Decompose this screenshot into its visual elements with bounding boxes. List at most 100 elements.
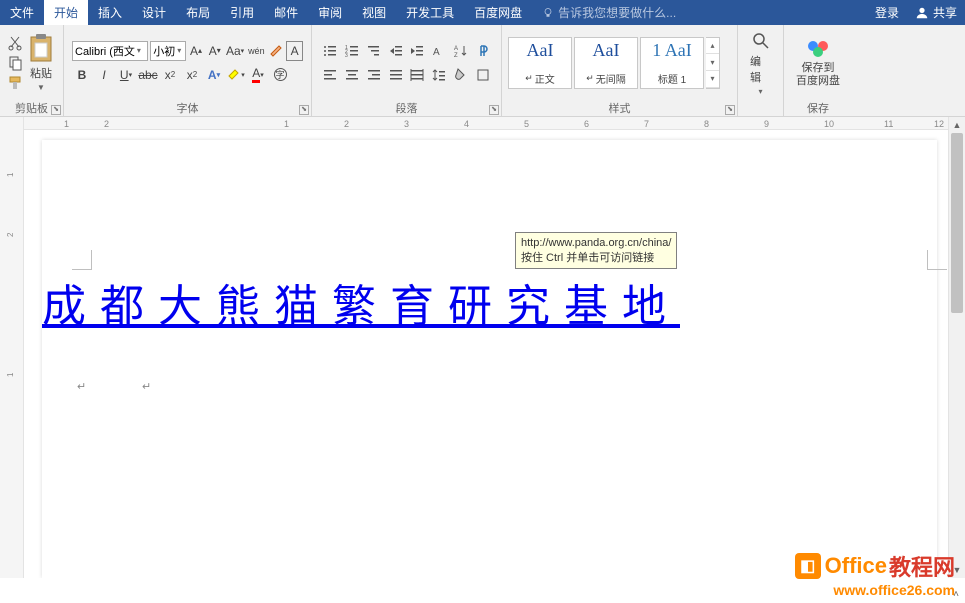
group-baidu: 保存到 百度网盘 保存 bbox=[784, 25, 852, 116]
clipboard-label: 剪贴板 bbox=[15, 103, 48, 115]
multilevel-icon[interactable] bbox=[364, 41, 384, 61]
tab-home[interactable]: 开始 bbox=[44, 0, 88, 25]
style-preview: AaI bbox=[593, 40, 620, 61]
borders-icon[interactable] bbox=[473, 65, 493, 85]
copy-icon[interactable] bbox=[6, 54, 24, 72]
font-size-combo[interactable]: 小初▾ bbox=[150, 41, 185, 61]
enclosed-char-button[interactable]: 字 bbox=[270, 65, 290, 85]
paragraph-label: 段落 bbox=[396, 103, 418, 115]
distributed-icon[interactable] bbox=[408, 65, 428, 85]
style-normal[interactable]: AaI ↵正文 bbox=[508, 37, 572, 89]
bold-button[interactable]: B bbox=[72, 65, 92, 85]
font-color-button[interactable]: A▾ bbox=[248, 65, 268, 85]
clear-format-icon[interactable] bbox=[268, 41, 285, 61]
share-icon bbox=[915, 6, 929, 20]
style-preview: AaI bbox=[527, 40, 554, 61]
paste-button[interactable]: 粘贴 ▼ bbox=[26, 29, 56, 96]
ruler-mark: 2 bbox=[6, 233, 15, 237]
paragraph-launcher[interactable]: ⬊ bbox=[489, 105, 499, 115]
watermark-icon: ◧ bbox=[795, 553, 821, 579]
phonetic-guide-icon[interactable]: wén bbox=[247, 41, 266, 61]
editing-label: 编辑 bbox=[750, 53, 771, 85]
tab-baidu[interactable]: 百度网盘 bbox=[464, 0, 532, 25]
baidu-group-label: 保存 bbox=[807, 103, 829, 115]
cut-icon[interactable] bbox=[6, 34, 24, 52]
styles-more[interactable]: ▴▾▾ bbox=[706, 37, 720, 89]
strike-button[interactable]: abc bbox=[138, 65, 158, 85]
login-button[interactable]: 登录 bbox=[867, 4, 907, 21]
tab-developer[interactable]: 开发工具 bbox=[396, 0, 464, 25]
scroll-up-icon[interactable]: ▲ bbox=[949, 117, 965, 133]
numbering-icon[interactable]: 123 bbox=[342, 41, 362, 61]
bullets-icon[interactable] bbox=[320, 41, 340, 61]
tab-mailings[interactable]: 邮件 bbox=[264, 0, 308, 25]
share-button[interactable]: 共享 bbox=[907, 4, 965, 21]
paragraph-mark: ↵ bbox=[142, 380, 151, 393]
search-icon bbox=[751, 31, 771, 51]
shrink-font-icon[interactable]: A▾ bbox=[206, 41, 223, 61]
font-label: 字体 bbox=[177, 103, 199, 115]
increase-indent-icon[interactable] bbox=[408, 41, 428, 61]
find-button[interactable]: 编辑 ▾ bbox=[742, 27, 779, 100]
decrease-indent-icon[interactable] bbox=[386, 41, 406, 61]
font-launcher[interactable]: ⬊ bbox=[299, 105, 309, 115]
tab-layout[interactable]: 布局 bbox=[176, 0, 220, 25]
scroll-thumb[interactable] bbox=[951, 133, 963, 313]
font-name-value: Calibri (西文 bbox=[75, 43, 135, 59]
italic-button[interactable]: I bbox=[94, 65, 114, 85]
style-nospacing[interactable]: AaI ↵无间隔 bbox=[574, 37, 638, 89]
tab-file[interactable]: 文件 bbox=[0, 0, 44, 25]
styles-launcher[interactable]: ⬊ bbox=[725, 105, 735, 115]
style-name: 无间隔 bbox=[596, 71, 626, 86]
clipboard-launcher[interactable]: ⬊ bbox=[51, 105, 61, 115]
ruler-mark: 10 bbox=[824, 119, 834, 129]
tab-review[interactable]: 审阅 bbox=[308, 0, 352, 25]
hyperlink-tooltip: http://www.panda.org.cn/china/ 按住 Ctrl 并… bbox=[515, 232, 677, 269]
document-area: 1 2 1 1 2 1 2 3 4 5 6 7 8 9 10 11 12 成都大… bbox=[0, 117, 965, 578]
grow-font-icon[interactable]: A▴ bbox=[188, 41, 205, 61]
char-border-icon[interactable]: A bbox=[286, 41, 303, 61]
svg-text:3: 3 bbox=[345, 53, 348, 58]
show-marks-icon[interactable] bbox=[473, 41, 493, 61]
tab-references[interactable]: 引用 bbox=[220, 0, 264, 25]
styles-label: 样式 bbox=[609, 103, 631, 115]
lightbulb-icon bbox=[542, 7, 554, 19]
align-justify-icon[interactable] bbox=[386, 65, 406, 85]
share-label: 共享 bbox=[933, 4, 957, 21]
align-center-icon[interactable] bbox=[342, 65, 362, 85]
tell-me[interactable]: 告诉我您想要做什么... bbox=[532, 4, 686, 21]
tab-view[interactable]: 视图 bbox=[352, 0, 396, 25]
watermark-url: www.office26.com bbox=[833, 582, 955, 598]
tooltip-hint: 按住 Ctrl 并单击可访问链接 bbox=[521, 251, 671, 265]
superscript-button[interactable]: x2 bbox=[182, 65, 202, 85]
ruler-mark: 2 bbox=[344, 119, 349, 129]
tab-design[interactable]: 设计 bbox=[132, 0, 176, 25]
ruler-mark: 4 bbox=[464, 119, 469, 129]
asian-layout-icon[interactable]: A bbox=[429, 41, 449, 61]
ruler-mark: 1 bbox=[284, 119, 289, 129]
baidu-save-button[interactable]: 保存到 百度网盘 bbox=[788, 34, 848, 90]
ruler-mark: 5 bbox=[524, 119, 529, 129]
underline-button[interactable]: U▾ bbox=[116, 65, 136, 85]
align-left-icon[interactable] bbox=[320, 65, 340, 85]
change-case-icon[interactable]: Aa▾ bbox=[225, 41, 245, 61]
ruler-mark: 2 bbox=[104, 119, 109, 129]
font-name-combo[interactable]: Calibri (西文▾ bbox=[72, 41, 148, 61]
highlight-button[interactable]: ▾ bbox=[226, 65, 246, 85]
subscript-button[interactable]: x2 bbox=[160, 65, 180, 85]
align-right-icon[interactable] bbox=[364, 65, 384, 85]
page[interactable]: 成都大熊猫繁育研究基地 http://www.panda.org.cn/chin… bbox=[42, 140, 937, 578]
shading-icon[interactable] bbox=[451, 65, 471, 85]
crop-mark bbox=[72, 250, 92, 270]
style-heading1[interactable]: 1 AaI 标题 1 bbox=[640, 37, 704, 89]
sort-icon[interactable]: AZ bbox=[451, 41, 471, 61]
svg-text:A: A bbox=[433, 47, 440, 58]
line-spacing-icon[interactable] bbox=[429, 65, 449, 85]
text-effects-button[interactable]: A▾ bbox=[204, 65, 224, 85]
styles-gallery: AaI ↵正文 AaI ↵无间隔 1 AaI 标题 1 ▴▾▾ bbox=[506, 35, 722, 91]
ruler-mark: 12 bbox=[934, 119, 944, 129]
vertical-scrollbar[interactable]: ▲ ▼ bbox=[948, 117, 965, 578]
tab-insert[interactable]: 插入 bbox=[88, 0, 132, 25]
hyperlink-heading[interactable]: 成都大熊猫繁育研究基地 bbox=[42, 270, 680, 334]
format-painter-icon[interactable] bbox=[6, 74, 24, 92]
